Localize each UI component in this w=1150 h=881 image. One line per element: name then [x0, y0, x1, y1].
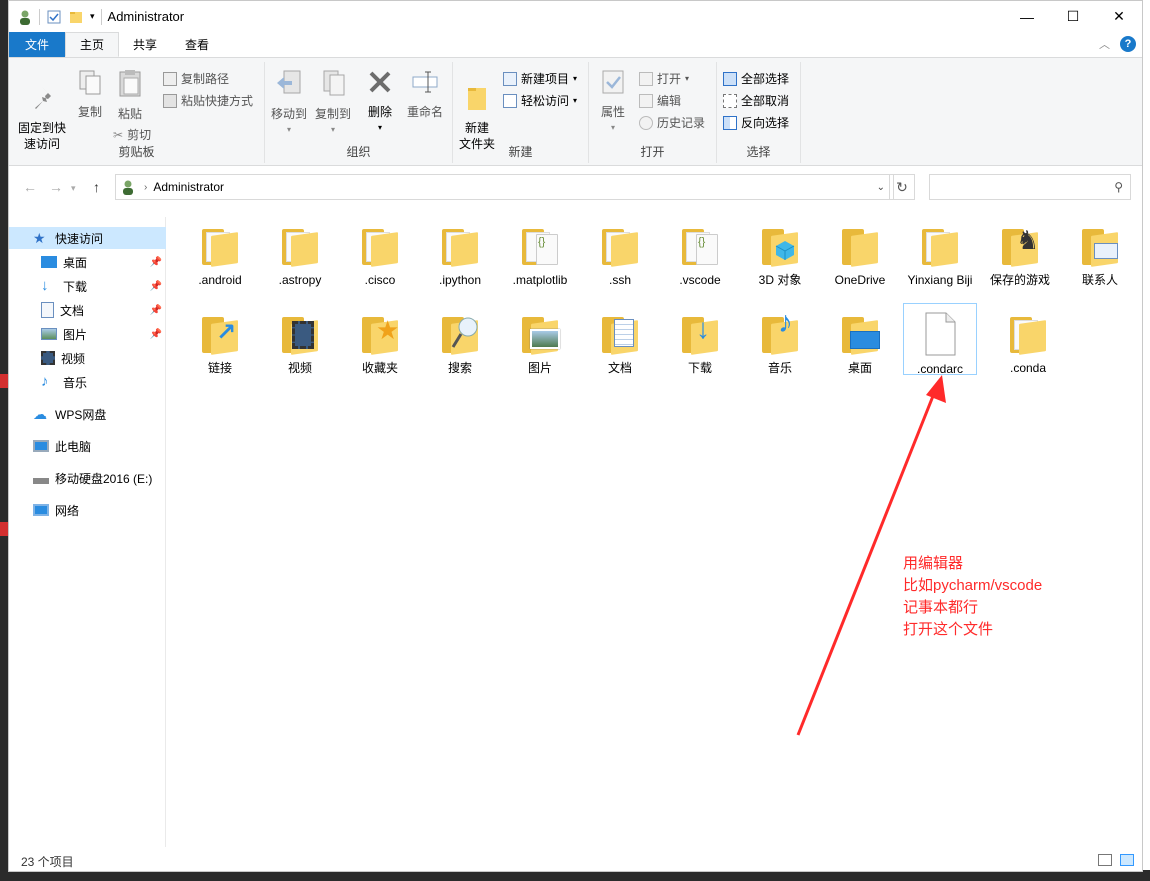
details-view-icon[interactable] — [1098, 854, 1112, 866]
taskbar-badge — [0, 522, 8, 536]
large-icons-view-icon[interactable] — [1120, 854, 1134, 866]
taskbar-badge — [0, 374, 8, 388]
annotation-line: 用编辑器 — [903, 555, 964, 572]
view-toggle — [1098, 854, 1134, 866]
explorer-window: ▾ Administrator — ☐ ✕ 文件 主页 共享 查看 ︿ ? 固定… — [8, 0, 1143, 872]
annotation-text: 用编辑器 比如pycharm/vscode 记事本都行 打开这个文件 — [903, 553, 1042, 641]
annotation-arrow — [796, 375, 946, 736]
status-bar: 23 个项目 — [9, 849, 1142, 873]
desktop-background-left — [0, 0, 8, 881]
annotation-line: 打开这个文件 — [903, 621, 994, 638]
item-count: 23 个项目 — [21, 854, 74, 869]
annotation-line: 比如pycharm/vscode — [903, 577, 1043, 594]
annotation-line: 记事本都行 — [903, 599, 979, 616]
